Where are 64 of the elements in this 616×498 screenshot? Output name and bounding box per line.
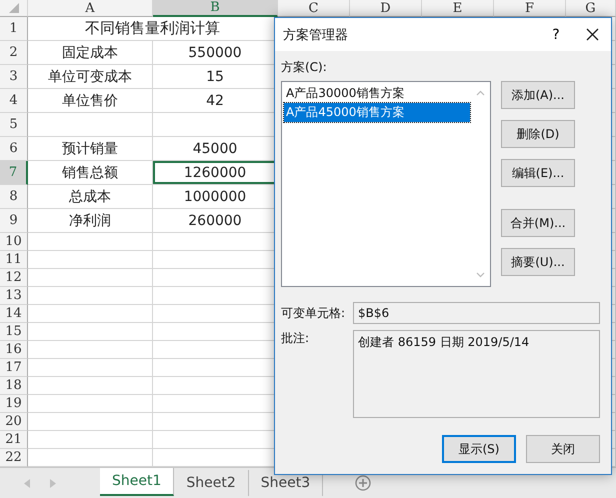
- field-label: 批注:: [281, 330, 310, 347]
- table-cell: 净利润: [28, 209, 153, 233]
- help-button[interactable]: ?: [536, 26, 576, 44]
- row-header[interactable]: 1: [0, 17, 28, 41]
- column-header[interactable]: G: [566, 0, 616, 17]
- row-header[interactable]: 5: [0, 113, 28, 137]
- row-header[interactable]: 13: [0, 287, 28, 305]
- active-cell: 1260000: [153, 161, 278, 185]
- row-header[interactable]: 2: [0, 41, 28, 65]
- dialog-button[interactable]: 删除(D): [501, 120, 575, 148]
- column-header[interactable]: C: [278, 0, 350, 17]
- list-item[interactable]: A产品45000销售方案: [284, 103, 470, 122]
- close-icon[interactable]: [586, 28, 599, 41]
- dialog-button[interactable]: 关闭: [526, 435, 600, 463]
- row-header[interactable]: 3: [0, 65, 28, 89]
- dialog-button[interactable]: 合并(M)...: [501, 209, 575, 237]
- sheet-tab[interactable]: Sheet2: [174, 470, 249, 496]
- table-cell: 固定成本: [28, 41, 153, 65]
- dialog-button[interactable]: 摘要(U)...: [501, 248, 575, 276]
- scroll-up-icon[interactable]: [476, 90, 484, 96]
- row-header[interactable]: 11: [0, 251, 28, 269]
- changing-cells-field[interactable]: $B$6: [353, 302, 600, 324]
- comment-box[interactable]: 创建者 86159 日期 2019/5/14: [353, 330, 600, 418]
- row-header[interactable]: 8: [0, 185, 28, 209]
- list-label: 方案(C):: [281, 59, 328, 76]
- row-header[interactable]: 15: [0, 323, 28, 341]
- field-label: 可变单元格:: [281, 304, 346, 322]
- column-header[interactable]: B: [153, 0, 278, 17]
- scroll-right-icon[interactable]: [50, 478, 56, 488]
- row-header[interactable]: 4: [0, 89, 28, 113]
- table-cell: 预计销量: [28, 137, 153, 161]
- table-cell: 总成本: [28, 185, 153, 209]
- row-header[interactable]: 7: [0, 161, 28, 185]
- column-header[interactable]: E: [422, 0, 494, 17]
- dialog-button[interactable]: 编辑(E)...: [501, 159, 575, 187]
- row-header[interactable]: 9: [0, 209, 28, 233]
- column-header[interactable]: D: [350, 0, 422, 17]
- table-cell: 单位可变成本: [28, 65, 153, 89]
- select-all-corner[interactable]: [0, 0, 28, 17]
- row-header[interactable]: 21: [0, 431, 28, 449]
- row-header[interactable]: 6: [0, 137, 28, 161]
- scenario-list[interactable]: A产品30000销售方案 A产品45000销售方案: [281, 81, 491, 287]
- column-header[interactable]: F: [494, 0, 566, 17]
- row-header[interactable]: 10: [0, 233, 28, 251]
- row-header[interactable]: 20: [0, 413, 28, 431]
- corner-triangle-icon: [8, 3, 18, 13]
- scroll-left-icon[interactable]: [24, 478, 30, 488]
- row-header[interactable]: 22: [0, 449, 28, 467]
- add-sheet-icon[interactable]: [355, 475, 372, 491]
- table-cell: 销售总额: [28, 161, 153, 185]
- dialog-button[interactable]: 显示(S): [442, 435, 516, 463]
- column-header[interactable]: A: [28, 0, 153, 17]
- row-header[interactable]: 14: [0, 305, 28, 323]
- scroll-down-icon[interactable]: [476, 272, 484, 278]
- dialog-title: 方案管理器: [283, 26, 349, 44]
- row-header[interactable]: 16: [0, 341, 28, 359]
- row-header[interactable]: 19: [0, 395, 28, 413]
- row-header[interactable]: 12: [0, 269, 28, 287]
- row-header[interactable]: 17: [0, 359, 28, 377]
- table-cell: 单位售价: [28, 89, 153, 113]
- row-header[interactable]: 18: [0, 377, 28, 395]
- list-item[interactable]: A产品30000销售方案: [284, 84, 470, 103]
- dialog-button[interactable]: 添加(A)...: [501, 81, 575, 109]
- sheet-tab[interactable]: Sheet1: [100, 468, 174, 496]
